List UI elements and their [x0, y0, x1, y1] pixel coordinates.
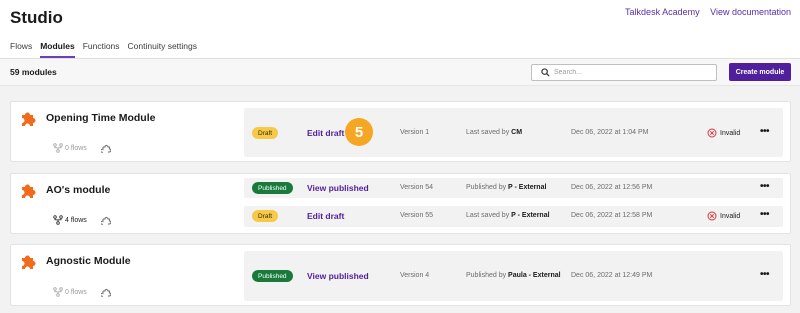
flow-icon	[53, 143, 63, 153]
module-count: 59 modules	[10, 67, 57, 77]
saved-date: Dec 06, 2022 at 12:56 PM	[571, 184, 653, 191]
version-row: Published View published Version 4 Publi…	[244, 251, 783, 301]
invalid-icon	[707, 211, 717, 221]
saved-date: Dec 06, 2022 at 12:49 PM	[571, 272, 653, 279]
version-label: Version 55	[400, 212, 434, 219]
documentation-link[interactable]: View documentation	[710, 7, 791, 17]
toolbar: 59 modules Create module	[0, 59, 800, 86]
header: Studio Talkdesk Academy View documentati…	[0, 0, 800, 59]
status-badge: Draft	[252, 127, 279, 139]
published-by: Published by P - External	[466, 184, 547, 191]
saved-date: Dec 06, 2022 at 12:58 PM	[571, 212, 653, 219]
status-invalid: Invalid	[707, 211, 740, 221]
more-options-icon[interactable]: •••	[760, 181, 770, 192]
flow-count: 0 flows	[65, 144, 87, 152]
module-card: Agnostic Module 0 flows Published View p…	[10, 244, 791, 306]
tab-functions[interactable]: Functions	[83, 41, 120, 58]
module-card: Opening Time Module 0 flows Draft Edit d…	[10, 101, 791, 162]
edit-draft-link[interactable]: Edit draft	[307, 211, 344, 221]
academy-link[interactable]: Talkdesk Academy	[625, 7, 700, 17]
version-label: Version 1	[400, 129, 430, 136]
module-usage-icon	[100, 145, 111, 153]
view-published-link[interactable]: View published	[307, 271, 369, 281]
page-title: Studio	[10, 8, 63, 27]
more-options-icon[interactable]: •••	[760, 269, 770, 280]
status-badge: Published	[252, 182, 293, 194]
module-usage-icon	[100, 217, 111, 225]
saved-by: Last saved by P - External	[466, 212, 550, 219]
step-marker: 5	[345, 118, 373, 146]
puzzle-icon	[22, 112, 36, 126]
module-card: AO's module 4 flows Published View publi…	[10, 173, 791, 234]
tab-continuity-settings[interactable]: Continuity settings	[128, 41, 197, 58]
module-name[interactable]: Opening Time Module	[46, 112, 155, 124]
saved-by: Last saved by CM	[466, 129, 523, 136]
edit-draft-link[interactable]: Edit draft	[307, 128, 344, 138]
more-options-icon[interactable]: •••	[760, 209, 770, 220]
version-row: Draft Edit draft Version 1 Last saved by…	[244, 108, 783, 157]
version-row: Draft Edit draft Version 55 Last saved b…	[244, 206, 783, 227]
top-links: Talkdesk Academy View documentation	[617, 7, 791, 17]
flow-icon	[53, 215, 63, 225]
status-badge: Draft	[252, 210, 279, 222]
puzzle-icon	[22, 255, 36, 269]
flow-count: 0 flows	[65, 288, 87, 296]
tab-flows[interactable]: Flows	[10, 41, 32, 58]
flow-icon	[53, 287, 63, 297]
saved-date: Dec 06, 2022 at 1:04 PM	[571, 129, 649, 136]
search-box[interactable]	[531, 64, 717, 81]
module-list: Opening Time Module 0 flows Draft Edit d…	[0, 86, 800, 313]
version-label: Version 54	[400, 184, 434, 191]
search-input[interactable]	[554, 67, 704, 78]
published-by: Published by Paula - External	[466, 272, 561, 279]
invalid-icon	[707, 128, 717, 138]
module-name[interactable]: AO's module	[46, 184, 110, 196]
module-usage-icon	[100, 289, 111, 297]
status-invalid: Invalid	[707, 128, 740, 138]
search-icon	[541, 68, 550, 77]
version-row: Published View published Version 54 Publ…	[244, 178, 783, 198]
create-module-button[interactable]: Create module	[729, 63, 791, 81]
flow-count: 4 flows	[65, 216, 87, 224]
module-meta: 0 flows	[53, 287, 111, 297]
status-badge: Published	[252, 270, 293, 282]
module-name[interactable]: Agnostic Module	[46, 255, 131, 267]
module-meta: 4 flows	[53, 215, 111, 225]
tab-modules[interactable]: Modules	[40, 41, 75, 58]
puzzle-icon	[22, 184, 36, 198]
tab-bar: Flows Modules Functions Continuity setti…	[10, 41, 205, 58]
view-published-link[interactable]: View published	[307, 183, 369, 193]
more-options-icon[interactable]: •••	[760, 126, 770, 137]
module-meta: 0 flows	[53, 143, 111, 153]
version-label: Version 4	[400, 272, 430, 279]
